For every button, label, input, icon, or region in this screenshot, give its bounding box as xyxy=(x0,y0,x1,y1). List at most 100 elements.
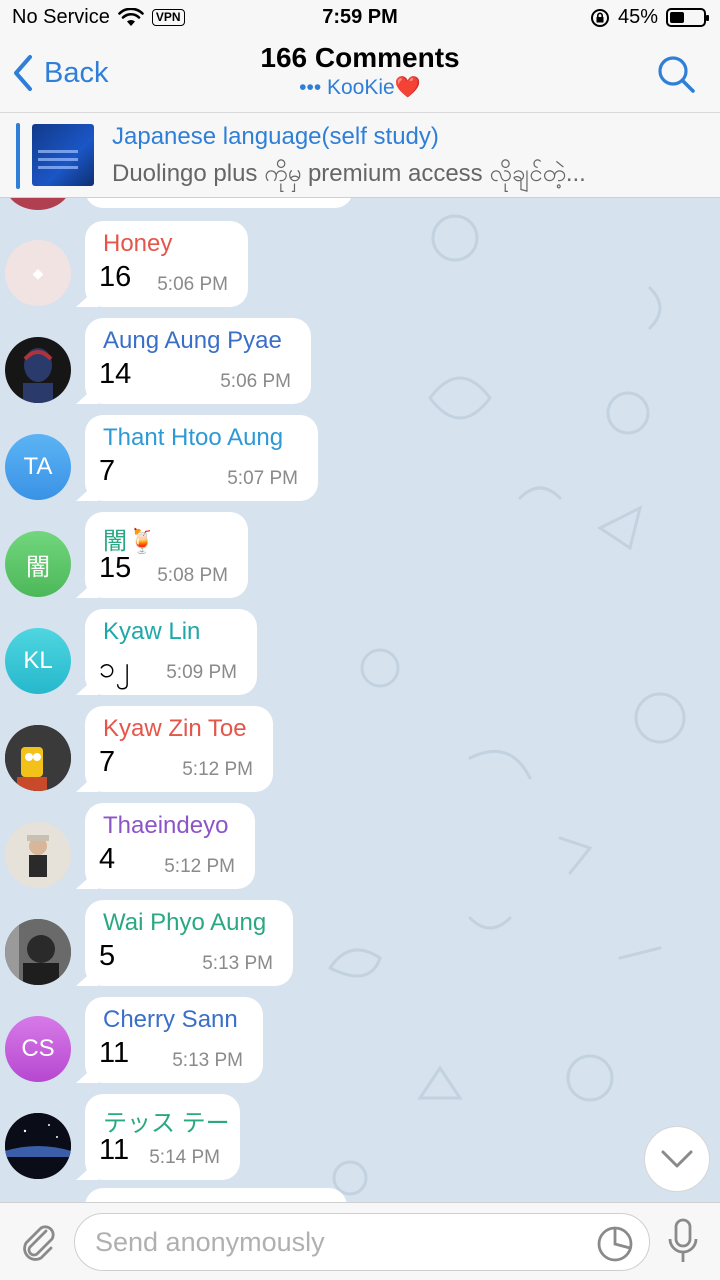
message-bubble[interactable]: Thaeindeyo 4 5:12 PM xyxy=(76,803,255,889)
bubble-tail xyxy=(76,675,98,695)
message-bubble[interactable]: Thant Htoo Aung 7 5:07 PM xyxy=(76,415,318,501)
message-text: ၁၂ xyxy=(99,652,130,684)
partial-message xyxy=(85,198,353,208)
message-time: 5:06 PM xyxy=(220,371,291,392)
pinned-message[interactable]: Japanese language(self study) Duolingo p… xyxy=(0,112,720,198)
bubble-tail xyxy=(76,772,98,792)
bubble-tail xyxy=(76,578,98,598)
sender-name: Wai Phyo Aung xyxy=(103,909,267,936)
chevron-left-icon xyxy=(14,55,32,91)
avatar-initials: CS xyxy=(21,1035,55,1062)
avatar[interactable] xyxy=(5,1113,71,1179)
message-composer xyxy=(0,1202,720,1280)
partial-message xyxy=(85,1188,347,1202)
avatar[interactable]: TA xyxy=(5,434,71,500)
message-bubble[interactable]: テッス テー 11 5:14 PM xyxy=(76,1094,240,1180)
message-text: 15 xyxy=(99,552,132,584)
battery-percent: 45% xyxy=(617,6,658,28)
pinned-thumbnail xyxy=(32,124,94,186)
bubble-tail xyxy=(76,287,98,307)
avatar[interactable] xyxy=(5,725,71,791)
message-text: 7 xyxy=(99,455,116,487)
page-title: 166 Comments xyxy=(260,42,460,73)
message-time: 5:13 PM xyxy=(172,1050,243,1071)
paperclip-icon[interactable] xyxy=(16,1219,58,1261)
comment-row: CS Cherry Sann 11 5:13 PM xyxy=(0,994,720,1091)
comment-row: Wai Phyo Aung 5 5:13 PM xyxy=(0,897,720,994)
sender-name: Thaeindeyo xyxy=(103,812,229,839)
comment-row: ◆ Honey 16 5:06 PM xyxy=(0,218,720,315)
message-bubble[interactable]: Kyaw Zin Toe 7 5:12 PM xyxy=(76,706,273,792)
message-text: 5 xyxy=(99,940,116,972)
message-time: 5:08 PM xyxy=(157,565,228,586)
status-bar: No Service VPN 7:59 PM 45% xyxy=(0,0,720,36)
comment-row: Aung Aung Pyae 14 5:06 PM xyxy=(0,315,720,412)
avatar-photo xyxy=(23,348,53,403)
message-time: 5:14 PM xyxy=(149,1147,220,1168)
avatar-photo xyxy=(5,822,71,888)
message-text: 16 xyxy=(99,261,132,293)
message-time: 5:06 PM xyxy=(157,274,228,295)
header-title[interactable]: 166 Comments ••• KooKie❤️ xyxy=(150,42,570,100)
comment-row: 闇 闇🍹 15 5:08 PM xyxy=(0,509,720,606)
search-icon[interactable] xyxy=(656,54,696,94)
avatar-initials: 闇 xyxy=(26,553,50,581)
avatar[interactable] xyxy=(5,822,71,888)
bubble-tail xyxy=(76,966,98,986)
avatar[interactable]: CS xyxy=(5,1016,71,1082)
message-time: 5:07 PM xyxy=(227,468,298,489)
message-bubble[interactable]: Wai Phyo Aung 5 5:13 PM xyxy=(76,900,293,986)
message-text: 7 xyxy=(99,746,116,778)
message-bubble[interactable]: Aung Aung Pyae 14 5:06 PM xyxy=(76,318,311,404)
avatar-photo xyxy=(5,725,71,791)
chat-area[interactable]: ◆ Honey 16 5:06 PM Aung Aung Pyae 14 5:0… xyxy=(0,198,720,1202)
message-bubble[interactable]: Honey 16 5:06 PM xyxy=(76,221,248,307)
scroll-down-button[interactable] xyxy=(644,1126,710,1192)
chevron-down-icon xyxy=(661,1150,693,1168)
avatar-photo xyxy=(5,1113,71,1179)
navigation-bar: Back 166 Comments ••• KooKie❤️ xyxy=(0,36,720,112)
comment-row: Thaeindeyo 4 5:12 PM xyxy=(0,800,720,897)
message-time: 5:13 PM xyxy=(202,953,273,974)
battery-icon xyxy=(666,8,709,27)
message-input[interactable] xyxy=(74,1213,650,1271)
sender-name: テッス テー xyxy=(103,1110,230,1137)
back-button[interactable]: Back xyxy=(12,54,108,92)
sticker-icon[interactable] xyxy=(596,1225,634,1263)
avatar[interactable]: ◆ xyxy=(5,240,71,306)
comment-row: KL Kyaw Lin ၁၂ 5:09 PM xyxy=(0,606,720,703)
sender-name: Kyaw Zin Toe xyxy=(103,715,247,742)
bubble-tail xyxy=(76,1063,98,1083)
sender-name: 闇🍹 xyxy=(103,528,157,555)
message-text: 4 xyxy=(99,843,116,875)
avatar[interactable] xyxy=(5,919,71,985)
avatar-initials: KL xyxy=(23,647,53,674)
avatar[interactable]: 闇 xyxy=(5,531,71,597)
bubble-tail xyxy=(76,481,98,501)
comment-row: テッス テー 11 5:14 PM xyxy=(0,1091,720,1188)
sender-name: Thant Htoo Aung xyxy=(103,424,284,451)
comment-row: TA Thant Htoo Aung 7 5:07 PM xyxy=(0,412,720,509)
sender-name: Kyaw Lin xyxy=(103,618,201,645)
message-text: 11 xyxy=(99,1134,130,1166)
message-time: 5:12 PM xyxy=(182,759,253,780)
back-label: Back xyxy=(44,56,109,89)
microphone-icon[interactable] xyxy=(666,1217,700,1267)
bubble-tail xyxy=(76,869,98,889)
message-bubble[interactable]: Kyaw Lin ၁၂ 5:09 PM xyxy=(76,609,257,695)
battery-level xyxy=(670,12,685,23)
page-subtitle: ••• KooKie❤️ xyxy=(299,76,421,99)
message-bubble[interactable]: Cherry Sann 11 5:13 PM xyxy=(76,997,263,1083)
orientation-lock-icon xyxy=(590,8,609,27)
avatar[interactable]: KL xyxy=(5,628,71,694)
bubble-tail xyxy=(76,384,98,404)
sender-name: Cherry Sann xyxy=(103,1006,238,1033)
message-bubble[interactable]: 闇🍹 15 5:08 PM xyxy=(76,512,248,598)
sender-name: Aung Aung Pyae xyxy=(103,327,282,354)
message-time: 5:12 PM xyxy=(164,856,235,877)
pinned-title: Japanese language(self study) xyxy=(112,123,439,150)
pinned-indicator xyxy=(16,123,20,189)
avatar[interactable] xyxy=(5,337,71,403)
pinned-preview: Duolingo plus ကိုမှ premium access လိုချ… xyxy=(112,160,586,187)
message-text: 11 xyxy=(99,1037,130,1069)
